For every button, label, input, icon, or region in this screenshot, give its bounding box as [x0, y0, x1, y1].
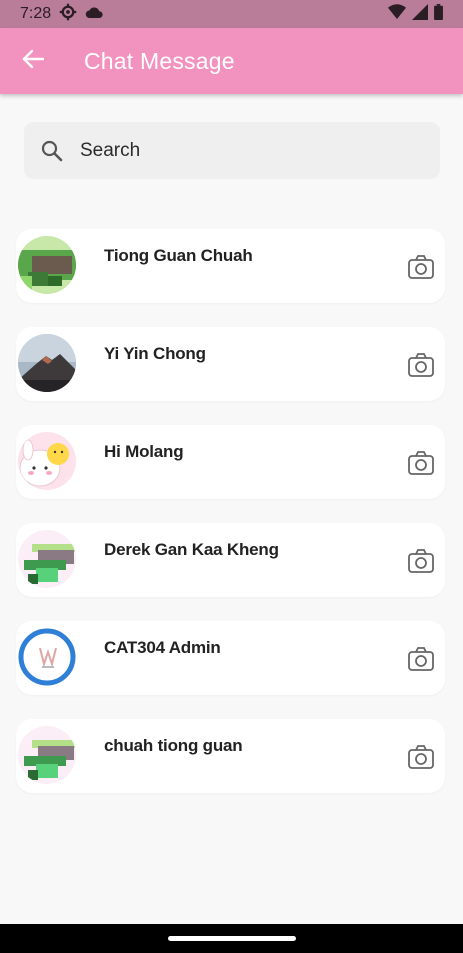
avatar	[18, 628, 76, 686]
avatar	[18, 236, 76, 294]
camera-icon[interactable]	[407, 743, 435, 771]
chat-list: Tiong Guan Chuah Yi Yin Chong Hi Molang …	[16, 229, 445, 817]
avatar	[18, 432, 76, 490]
search-icon	[40, 139, 64, 163]
contact-name: Derek Gan Kaa Kheng	[104, 540, 279, 559]
search-input[interactable]	[80, 139, 380, 162]
settings-icon	[59, 3, 77, 26]
back-button[interactable]	[14, 42, 52, 80]
wifi-icon	[388, 4, 406, 24]
camera-icon[interactable]	[407, 645, 435, 673]
contact-name: CAT304 Admin	[104, 638, 221, 657]
contact-name: chuah tiong guan	[104, 736, 243, 755]
page-title: Chat Message	[84, 47, 235, 74]
home-indicator[interactable]	[168, 936, 296, 941]
avatar	[18, 726, 76, 784]
chat-item-yi-yin-chong[interactable]: Yi Yin Chong	[16, 327, 445, 401]
camera-icon[interactable]	[407, 449, 435, 477]
contact-name: Yi Yin Chong	[104, 344, 206, 363]
signal-icon	[412, 3, 428, 25]
chat-item-derek-gan-kaa-kheng[interactable]: Derek Gan Kaa Kheng	[16, 523, 445, 597]
arrow-left-icon	[22, 49, 45, 74]
cloud-icon	[85, 5, 103, 24]
search-bar[interactable]	[24, 122, 440, 179]
status-left: 7:28	[20, 3, 103, 26]
avatar	[18, 530, 76, 588]
camera-icon[interactable]	[407, 351, 435, 379]
contact-name: Hi Molang	[104, 442, 184, 461]
chat-item-tiong-guan-chuah[interactable]: Tiong Guan Chuah	[16, 229, 445, 303]
app-bar: Chat Message	[0, 28, 463, 94]
camera-icon[interactable]	[407, 547, 435, 575]
chat-item-hi-molang[interactable]: Hi Molang	[16, 425, 445, 499]
status-right	[388, 3, 443, 25]
chat-item-chuah-tiong-guan[interactable]: chuah tiong guan	[16, 719, 445, 793]
battery-icon	[434, 3, 443, 25]
contact-name: Tiong Guan Chuah	[104, 246, 253, 265]
avatar	[18, 334, 76, 392]
camera-icon[interactable]	[407, 253, 435, 281]
status-bar: 7:28	[0, 0, 463, 28]
chat-item-cat304-admin[interactable]: CAT304 Admin	[16, 621, 445, 695]
status-time: 7:28	[20, 5, 52, 22]
